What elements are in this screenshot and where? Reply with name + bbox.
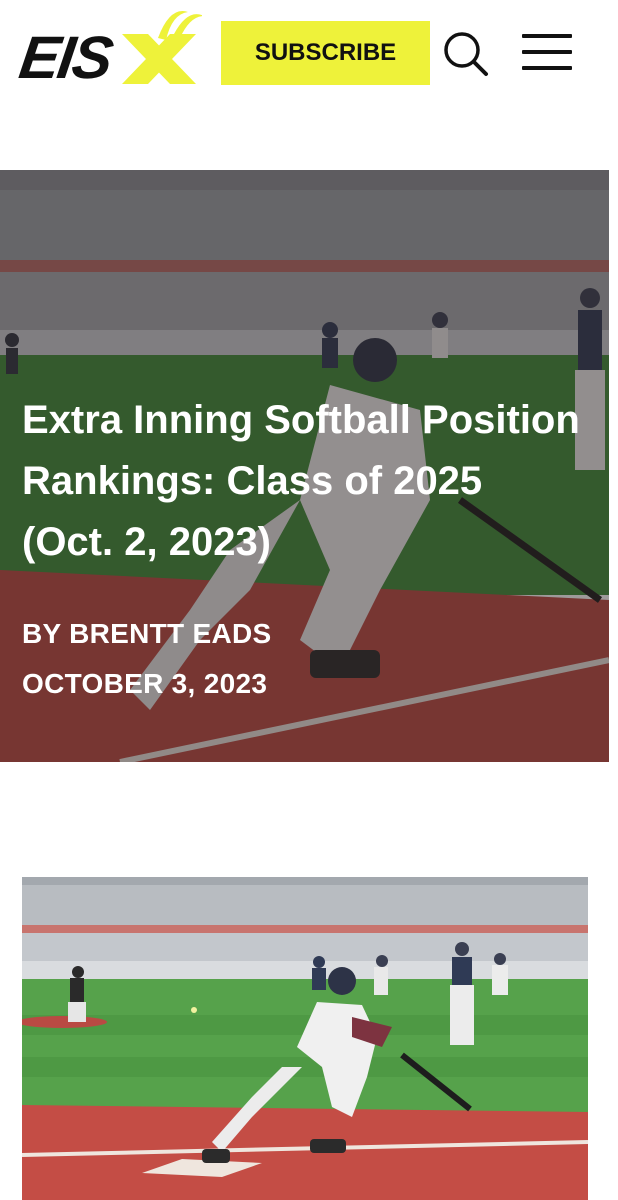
- menu-line: [522, 50, 572, 54]
- site-logo[interactable]: EIS: [15, 4, 202, 91]
- featured-article-card[interactable]: Extra Inning Softball Position Rankings:…: [0, 170, 609, 762]
- site-header: EIS SUBSCRIBE: [0, 0, 618, 110]
- subscribe-button[interactable]: SUBSCRIBE: [221, 21, 430, 85]
- search-button[interactable]: [440, 28, 492, 80]
- article-card[interactable]: [22, 877, 588, 1200]
- article-title: Extra Inning Softball Position Rankings:…: [22, 398, 580, 564]
- logo-x-mark-icon: [122, 11, 202, 84]
- hamburger-menu-icon: [522, 34, 572, 38]
- article-date: OCTOBER 3, 2023: [22, 668, 268, 699]
- article-image: [22, 877, 588, 1200]
- menu-line: [522, 66, 572, 70]
- search-icon: [444, 32, 488, 76]
- article-author: BY BRENTT EADS: [22, 618, 272, 649]
- menu-button[interactable]: [520, 30, 576, 76]
